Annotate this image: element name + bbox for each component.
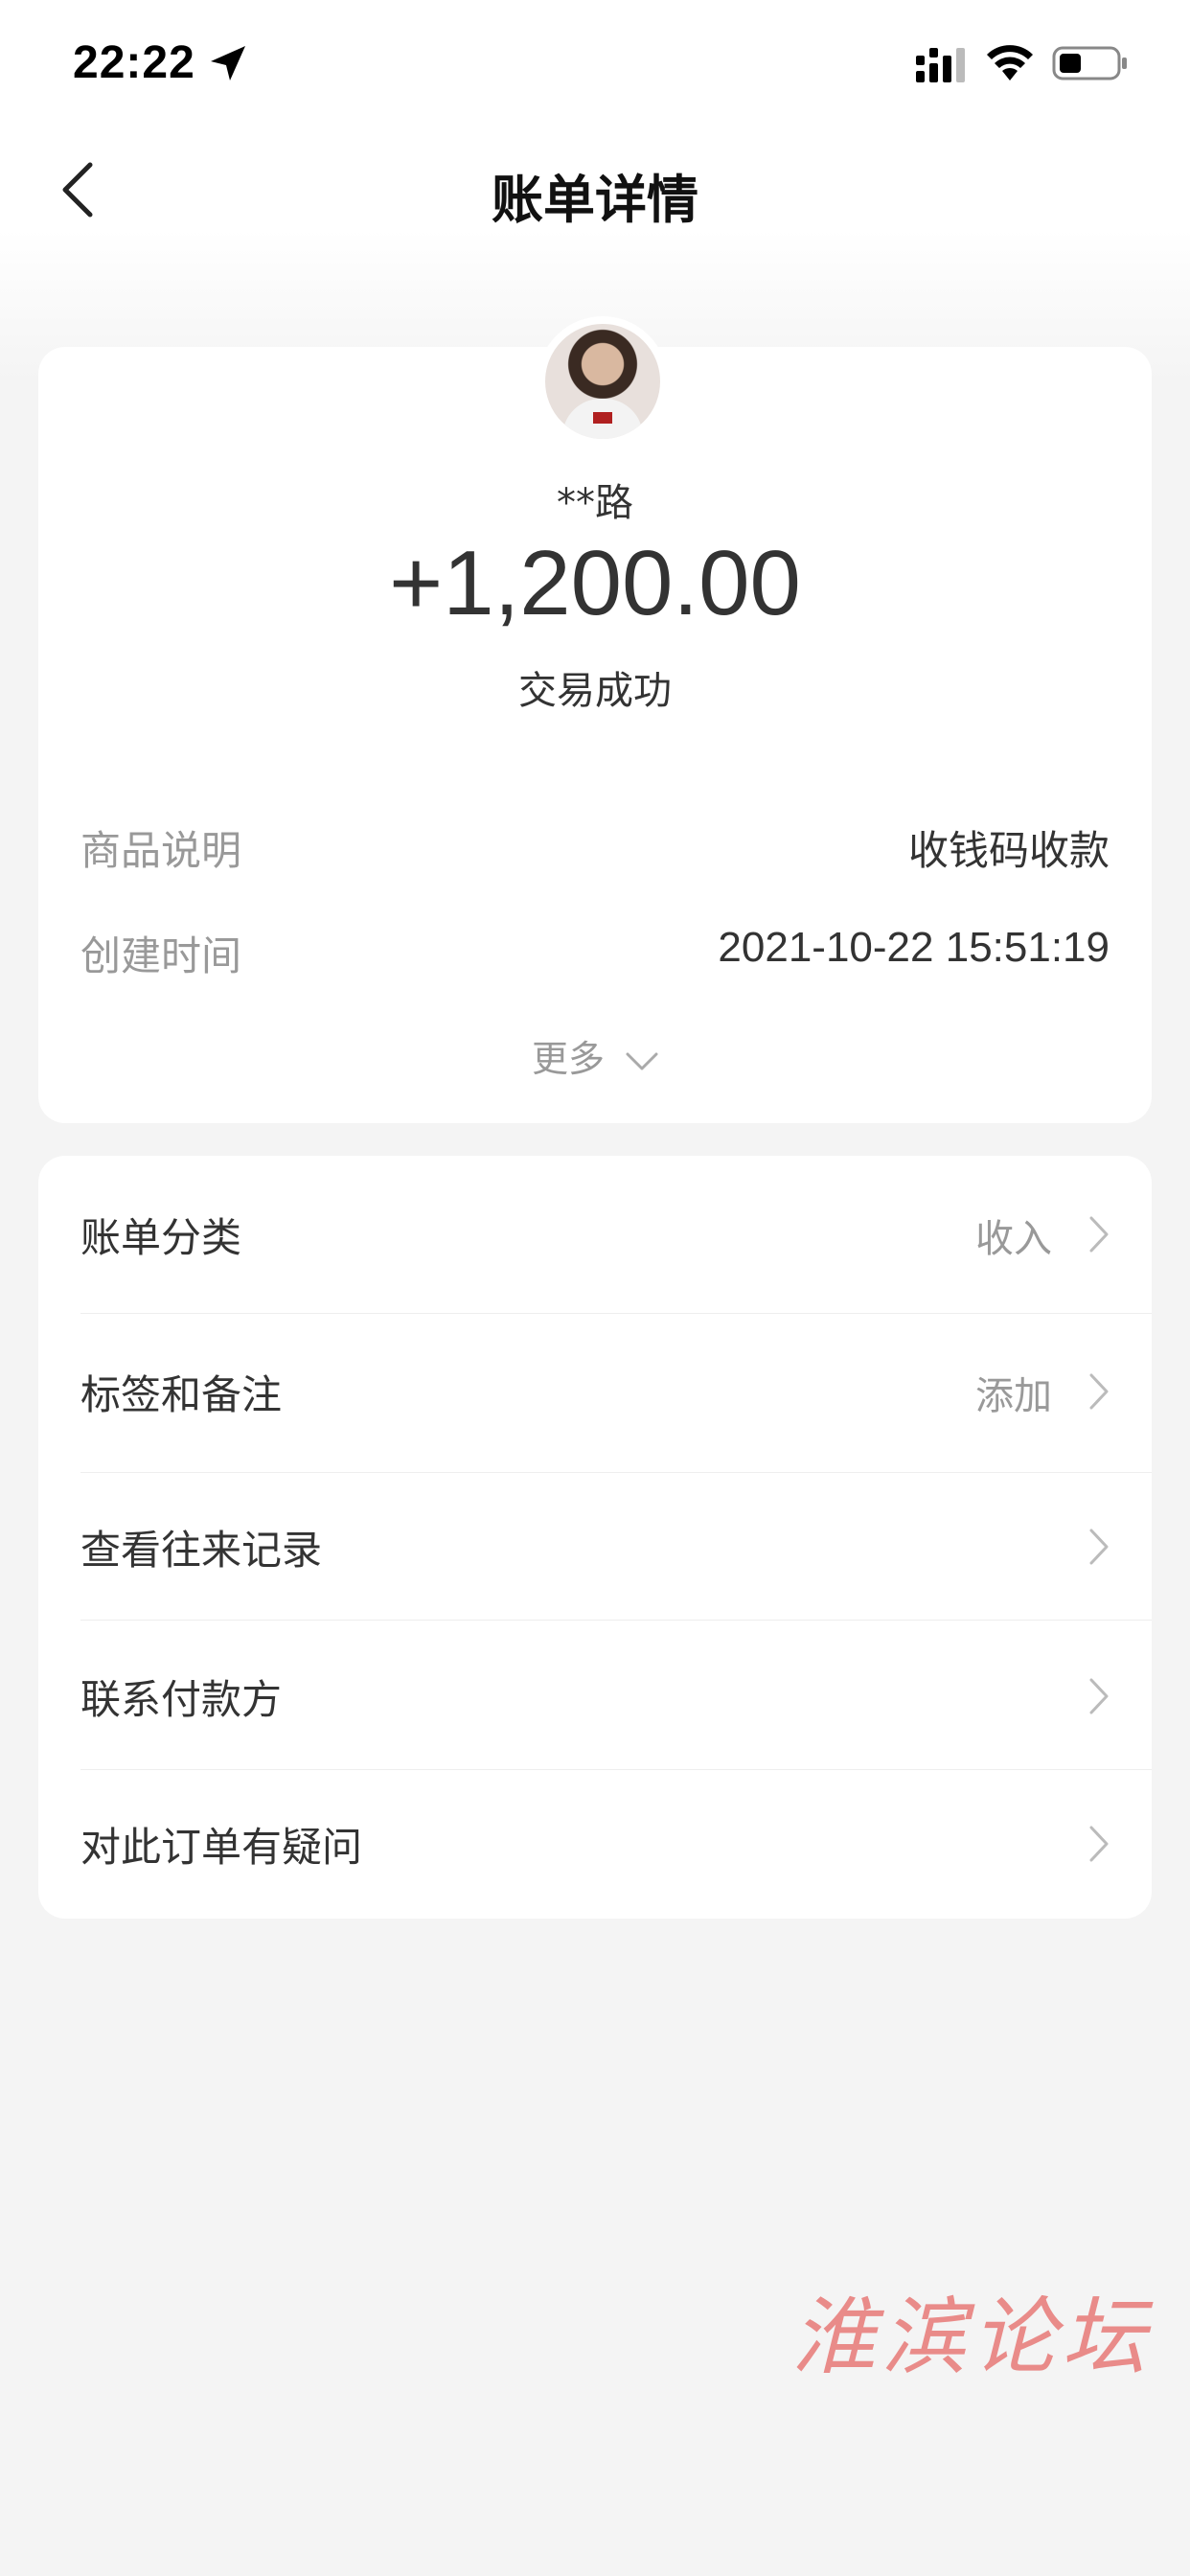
detail-value: 2021-10-22 15:51:19 — [718, 924, 1110, 971]
detail-label: 创建时间 — [80, 932, 242, 979]
transaction-amount: +1,200.00 — [389, 532, 801, 634]
chevron-right-icon — [1089, 1529, 1109, 1565]
chevron-right-icon — [1089, 1216, 1109, 1253]
status-time: 22:22 — [73, 37, 195, 88]
payer-name: **路 — [557, 481, 633, 525]
cellular-signal-icon — [916, 48, 965, 82]
action-label: 联系付款方 — [80, 1676, 283, 1723]
action-value: 收入 — [975, 1217, 1052, 1261]
action-label: 账单分类 — [80, 1214, 242, 1261]
action-row-tags-notes[interactable]: 标签和备注 添加 — [38, 1313, 1152, 1457]
status-bar: 22:22 — [0, 0, 1190, 134]
transaction-status: 交易成功 — [518, 669, 672, 713]
detail-row-created-time: 创建时间 2021-10-22 15:51:19 — [80, 924, 1110, 981]
action-label: 标签和备注 — [80, 1371, 283, 1418]
action-row-order-question[interactable]: 对此订单有疑问 — [38, 1765, 1152, 1909]
battery-icon — [1052, 46, 1127, 80]
action-row-transaction-history[interactable]: 查看往来记录 — [38, 1468, 1152, 1612]
chevron-right-icon — [1089, 1826, 1109, 1862]
forum-watermark: 淮滨论坛 — [791, 2288, 1153, 2386]
action-row-contact-payer[interactable]: 联系付款方 — [38, 1618, 1152, 1761]
payer-avatar[interactable] — [538, 316, 668, 447]
page-title: 账单详情 — [492, 170, 698, 230]
chevron-down-icon — [626, 1052, 658, 1070]
detail-value: 收钱码收款 — [907, 827, 1110, 874]
detail-label: 商品说明 — [80, 827, 242, 874]
chevron-right-icon — [1089, 1678, 1109, 1714]
bill-actions-card: 账单分类 收入 标签和备注 添加 查看往来记录 联系付款方 对此订单有疑问 — [38, 1156, 1152, 1919]
action-value: 添加 — [975, 1374, 1052, 1418]
action-label: 查看往来记录 — [80, 1527, 323, 1574]
action-label: 对此订单有疑问 — [80, 1824, 363, 1871]
bill-summary-card: **路 +1,200.00 交易成功 商品说明 收钱码收款 创建时间 2021-… — [38, 316, 1152, 1123]
location-arrow-icon — [211, 46, 245, 80]
detail-row-description: 商品说明 收钱码收款 — [80, 818, 1110, 876]
action-row-bill-category[interactable]: 账单分类 收入 — [38, 1156, 1152, 1300]
chevron-right-icon — [1089, 1373, 1109, 1410]
wifi-icon — [987, 45, 1033, 80]
more-button[interactable]: 更多 — [38, 1029, 1152, 1082]
more-label: 更多 — [531, 1038, 605, 1080]
